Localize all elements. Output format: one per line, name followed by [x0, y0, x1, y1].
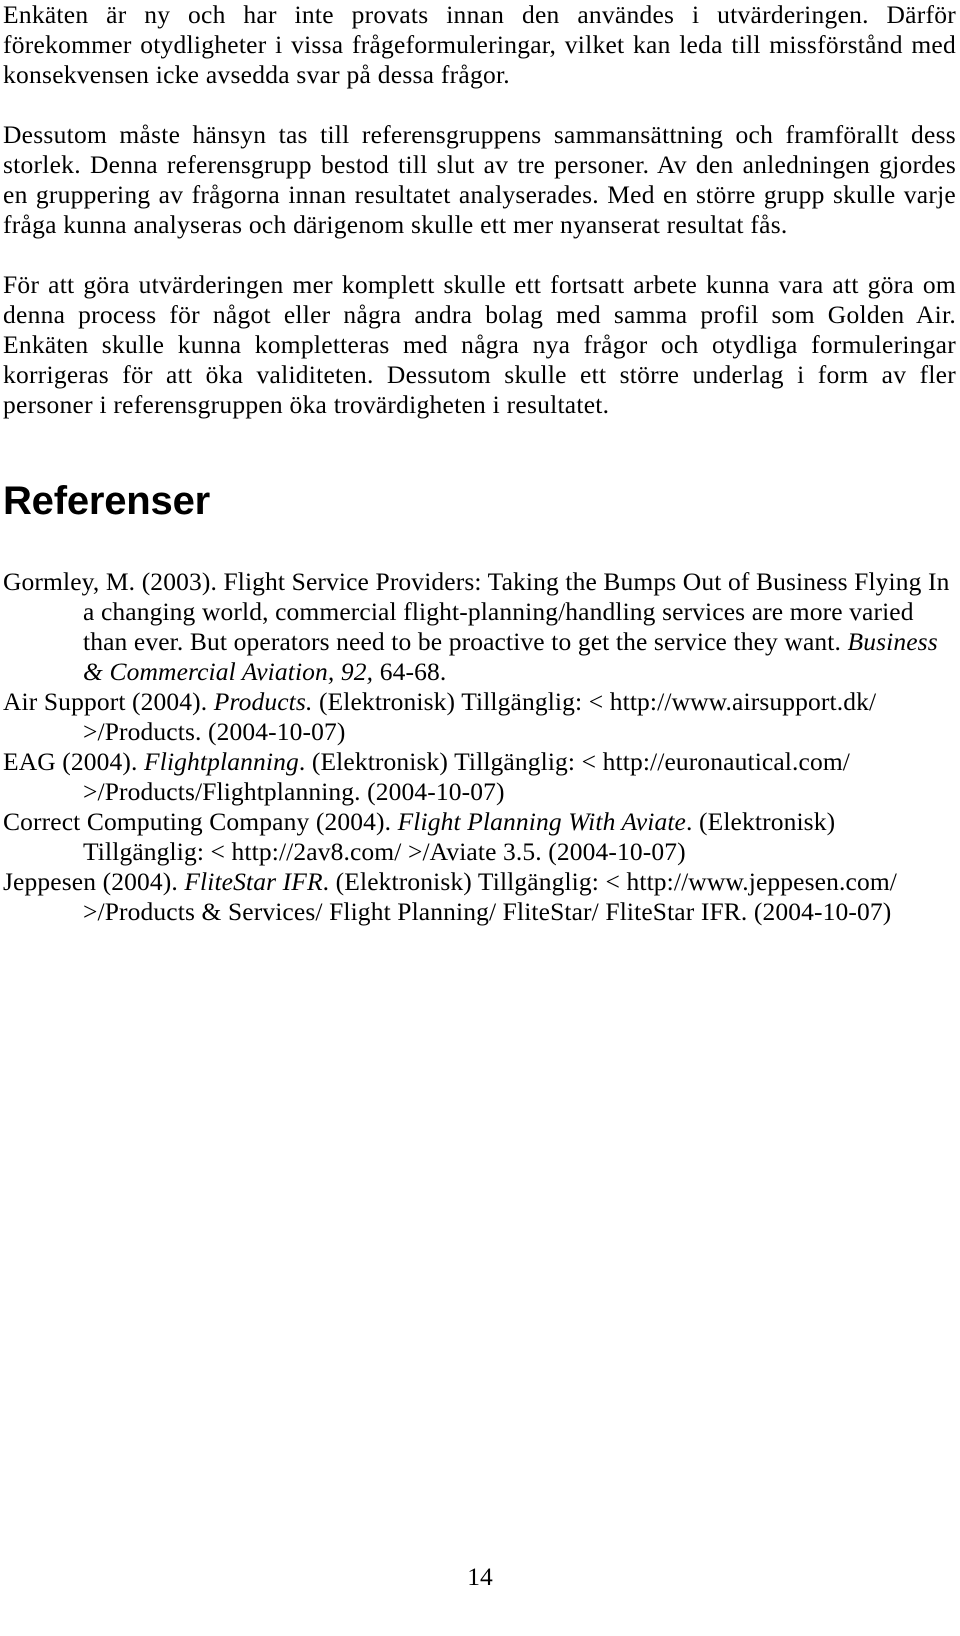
reference-entry-jeppesen: Jeppesen (2004). FliteStar IFR. (Elektro…	[3, 867, 897, 926]
reference-entry-gormley: Gormley, M. (2003). Flight Service Provi…	[3, 567, 950, 686]
paragraph-future-work: För att göra utvärderingen mer komplett …	[3, 270, 956, 419]
reference-list: Gormley, M. (2003). Flight Service Provi…	[3, 567, 956, 927]
paragraph-limitations-survey: Enkäten är ny och har inte provats innan…	[3, 0, 956, 89]
reference-entry-correct-computing: Correct Computing Company (2004). Flight…	[3, 807, 836, 866]
reference-entry-eag: EAG (2004). Flightplanning. (Elektronisk…	[3, 747, 851, 806]
document-page: Enkäten är ny och har inte provats innan…	[0, 0, 960, 1636]
paragraph-reference-group: Dessutom måste hänsyn tas till referensg…	[3, 120, 956, 239]
page-title: Referenser	[3, 479, 211, 523]
page-number: 14	[467, 1562, 493, 1591]
reference-entry-air-support: Air Support (2004). Products. (Elektroni…	[3, 687, 877, 746]
body-text-block: Enkäten är ny och har inte provats innan…	[3, 0, 956, 420]
